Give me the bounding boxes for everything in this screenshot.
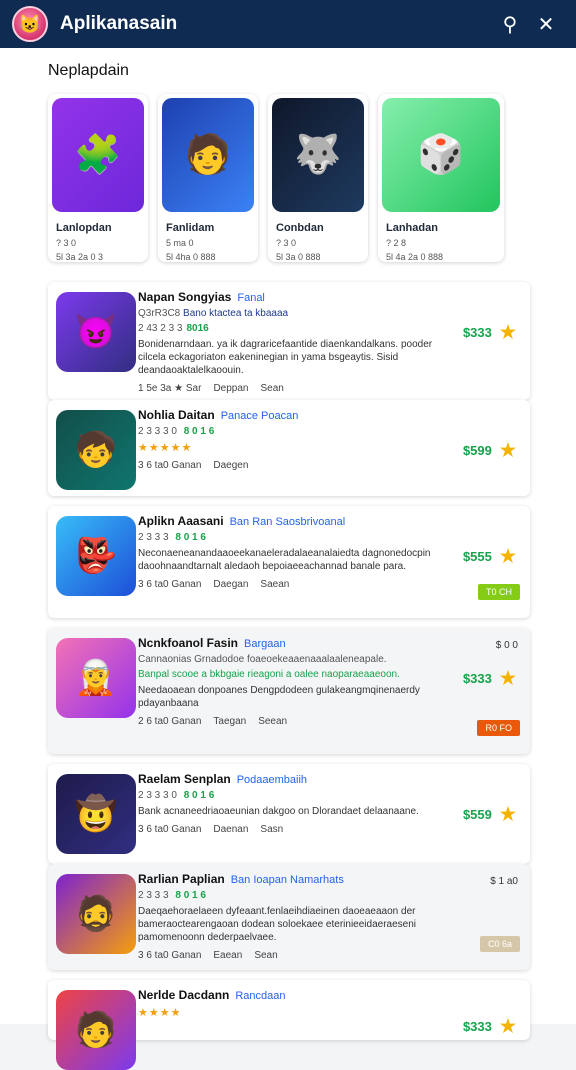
game-list: 😈 Napan Songyias Fanal Q3rR3C8 Bano ktact…: [48, 282, 530, 1070]
item-title: Napan Songyias Fanal: [138, 290, 265, 304]
game-icon: 🧒: [56, 410, 136, 490]
item-meta: Cannaonias Grnadodoe foaeoekeaaenaaalaal…: [138, 654, 387, 665]
featured-card-sub2: 5l 3a 2a 0 3: [56, 252, 104, 262]
item-price[interactable]: $333 ★: [463, 668, 516, 689]
featured-row: 🧩 Lanlopdan ? 3 0 5l 3a 2a 0 3 🧑 Fanlida…: [48, 94, 504, 262]
star-icon: ★: [499, 440, 516, 460]
featured-card-sub: ? 3 0: [276, 238, 297, 248]
star-icon: ★: [499, 668, 516, 688]
item-description: Bonidenarndaan. ya ik dagraricefaantide …: [138, 339, 433, 376]
featured-card-sub: ? 2 8: [386, 238, 407, 248]
item-meta: 2 3 3 3 0 8 0 1 6: [138, 790, 215, 801]
item-tag: Fanal: [237, 292, 265, 304]
item-tag: Podaaembaiih: [236, 774, 308, 786]
list-item[interactable]: 👺 Aplikn Aaasani Ban Ran Saosbrivoanal 2 …: [48, 506, 530, 618]
game-icon: 🧔: [56, 874, 136, 954]
star-icon: ★: [499, 322, 516, 342]
featured-card-title: Fanlidam: [166, 222, 215, 234]
featured-section-title: Neplapdain: [48, 62, 129, 79]
featured-card[interactable]: 🐺 Conbdan ? 3 0 5l 3a 0 888: [268, 94, 368, 262]
close-icon[interactable]: ✕: [528, 12, 564, 37]
list-item[interactable]: 🧑 Nerlde Dacdann Rancdaan ★★★★ $333 ★: [48, 980, 530, 1070]
game-thumbnail: 🎲: [382, 98, 500, 212]
item-footer: 3 6 ta0 Ganan Eaean Sean: [138, 950, 278, 961]
app-logo[interactable]: 😺: [12, 6, 48, 42]
item-price[interactable]: $599 ★: [463, 440, 516, 461]
item-description: Daeqaehoraelaeen dyfeaant.fenlaeihdiaein…: [138, 906, 416, 943]
list-item[interactable]: 🧝 $ 0 0 Ncnkfoanol Fasin Bargaan Cannaoni…: [48, 628, 530, 754]
star-icon: ★: [499, 804, 516, 824]
item-title: Nerlde Dacdann Rancdaan: [138, 988, 286, 1002]
item-description: Bank acnaneedriaoaeunian dakgoo on Dlora…: [138, 806, 419, 817]
featured-card-sub2: 5l 4ha 0 888: [166, 252, 216, 262]
item-title: Nohlia Daitan Panace Poacan: [138, 408, 299, 422]
star-icon: ★: [499, 546, 516, 566]
status-badge[interactable]: T0 CH: [477, 584, 520, 600]
game-icon: 🧝: [56, 638, 136, 718]
item-description: Neconaeneanandaaoeekanaeleradalaeanalaie…: [138, 548, 431, 572]
list-item[interactable]: 🧒 Nohlia Daitan Panace Poacan 2 3 3 3 0 8…: [48, 400, 530, 496]
item-footer: 3 6 ta0 Ganan Daegan Saean: [138, 579, 290, 590]
item-meta: 2 3 3 3 8 0 1 6: [138, 890, 206, 901]
item-tag: Panace Poacan: [220, 410, 299, 422]
featured-card[interactable]: 🎲 Lanhadan ? 2 8 5l 4a 2a 0 888: [378, 94, 504, 262]
item-price[interactable]: $333 ★: [463, 1016, 516, 1037]
featured-card[interactable]: 🧑 Fanlidam 5 ma 0 5l 4ha 0 888: [158, 94, 258, 262]
status-badge[interactable]: C0 6a: [479, 936, 520, 952]
featured-card-title: Conbdan: [276, 222, 324, 234]
item-footer: 2 6 ta0 Ganan Taegan Seean: [138, 716, 288, 727]
item-meta: Q3rR3C8 Bano ktactea ta kbaaaa: [138, 308, 289, 319]
item-title: Ncnkfoanol Fasin Bargaan: [138, 636, 286, 650]
item-corner-value: $ 0 0: [495, 640, 518, 651]
item-description: Needaoaean donpoanes Dengpdodeen gulakea…: [138, 685, 420, 709]
top-app-bar: 😺 Aplikanasain ⚲ ✕: [0, 0, 576, 48]
item-tag: Bargaan: [244, 638, 286, 650]
item-price[interactable]: $555 ★: [463, 546, 516, 567]
app-title: Aplikanasain: [60, 13, 178, 34]
featured-card-sub: 5 ma 0: [166, 238, 194, 248]
game-thumbnail: 🧩: [52, 98, 144, 212]
item-price[interactable]: $559 ★: [463, 804, 516, 825]
featured-card-title: Lanlopdan: [56, 222, 112, 234]
item-price[interactable]: $333 ★: [463, 322, 516, 343]
list-item[interactable]: 🧔 $ 1 a0 Rarlian Paplian Ban Ioapan Namar…: [48, 864, 530, 970]
featured-card-title: Lanhadan: [386, 222, 438, 234]
star-icon: ★: [499, 1016, 516, 1036]
list-item[interactable]: 😈 Napan Songyias Fanal Q3rR3C8 Bano ktact…: [48, 282, 530, 400]
item-tag: Rancdaan: [235, 990, 286, 1002]
item-title: Raelam Senplan Podaaembaiih: [138, 772, 308, 786]
game-icon: 🤠: [56, 774, 136, 854]
item-title: Rarlian Paplian Ban Ioapan Namarhats: [138, 872, 344, 886]
item-corner-value: $ 1 a0: [490, 876, 518, 887]
game-icon: 🧑: [56, 990, 136, 1070]
game-thumbnail: 🐺: [272, 98, 364, 212]
item-tag: Ban Ioapan Namarhats: [230, 874, 344, 886]
featured-card[interactable]: 🧩 Lanlopdan ? 3 0 5l 3a 2a 0 3: [48, 94, 148, 262]
game-icon: 👺: [56, 516, 136, 596]
status-badge[interactable]: R0 FO: [477, 720, 520, 736]
featured-card-sub2: 5l 4a 2a 0 888: [386, 252, 444, 262]
item-meta: 2 3 3 3 8 0 1 6: [138, 532, 206, 543]
item-footer: 1 5e 3a ★ Sar Deppan Sean: [138, 383, 284, 394]
item-tag: Ban Ran Saosbrivoanal: [229, 516, 346, 528]
item-meta: 2 3 3 3 0 8 0 1 6: [138, 426, 215, 437]
item-footer: 3 6 ta0 Ganan Daenan Sasn: [138, 824, 284, 835]
main-content: Neplapdain 🧩 Lanlopdan ? 3 0 5l 3a 2a 0 …: [0, 48, 576, 1070]
game-icon: 😈: [56, 292, 136, 372]
list-item[interactable]: 🤠 Raelam Senplan Podaaembaiih 2 3 3 3 0 8…: [48, 764, 530, 864]
item-title: Aplikn Aaasani Ban Ran Saosbrivoanal: [138, 514, 346, 528]
featured-card-sub: ? 3 0: [56, 238, 77, 248]
item-footer: 3 6 ta0 Ganan Daegen: [138, 460, 249, 471]
game-thumbnail: 🧑: [162, 98, 254, 212]
featured-card-sub2: 5l 3a 0 888: [276, 252, 321, 262]
search-icon[interactable]: ⚲: [492, 12, 528, 37]
